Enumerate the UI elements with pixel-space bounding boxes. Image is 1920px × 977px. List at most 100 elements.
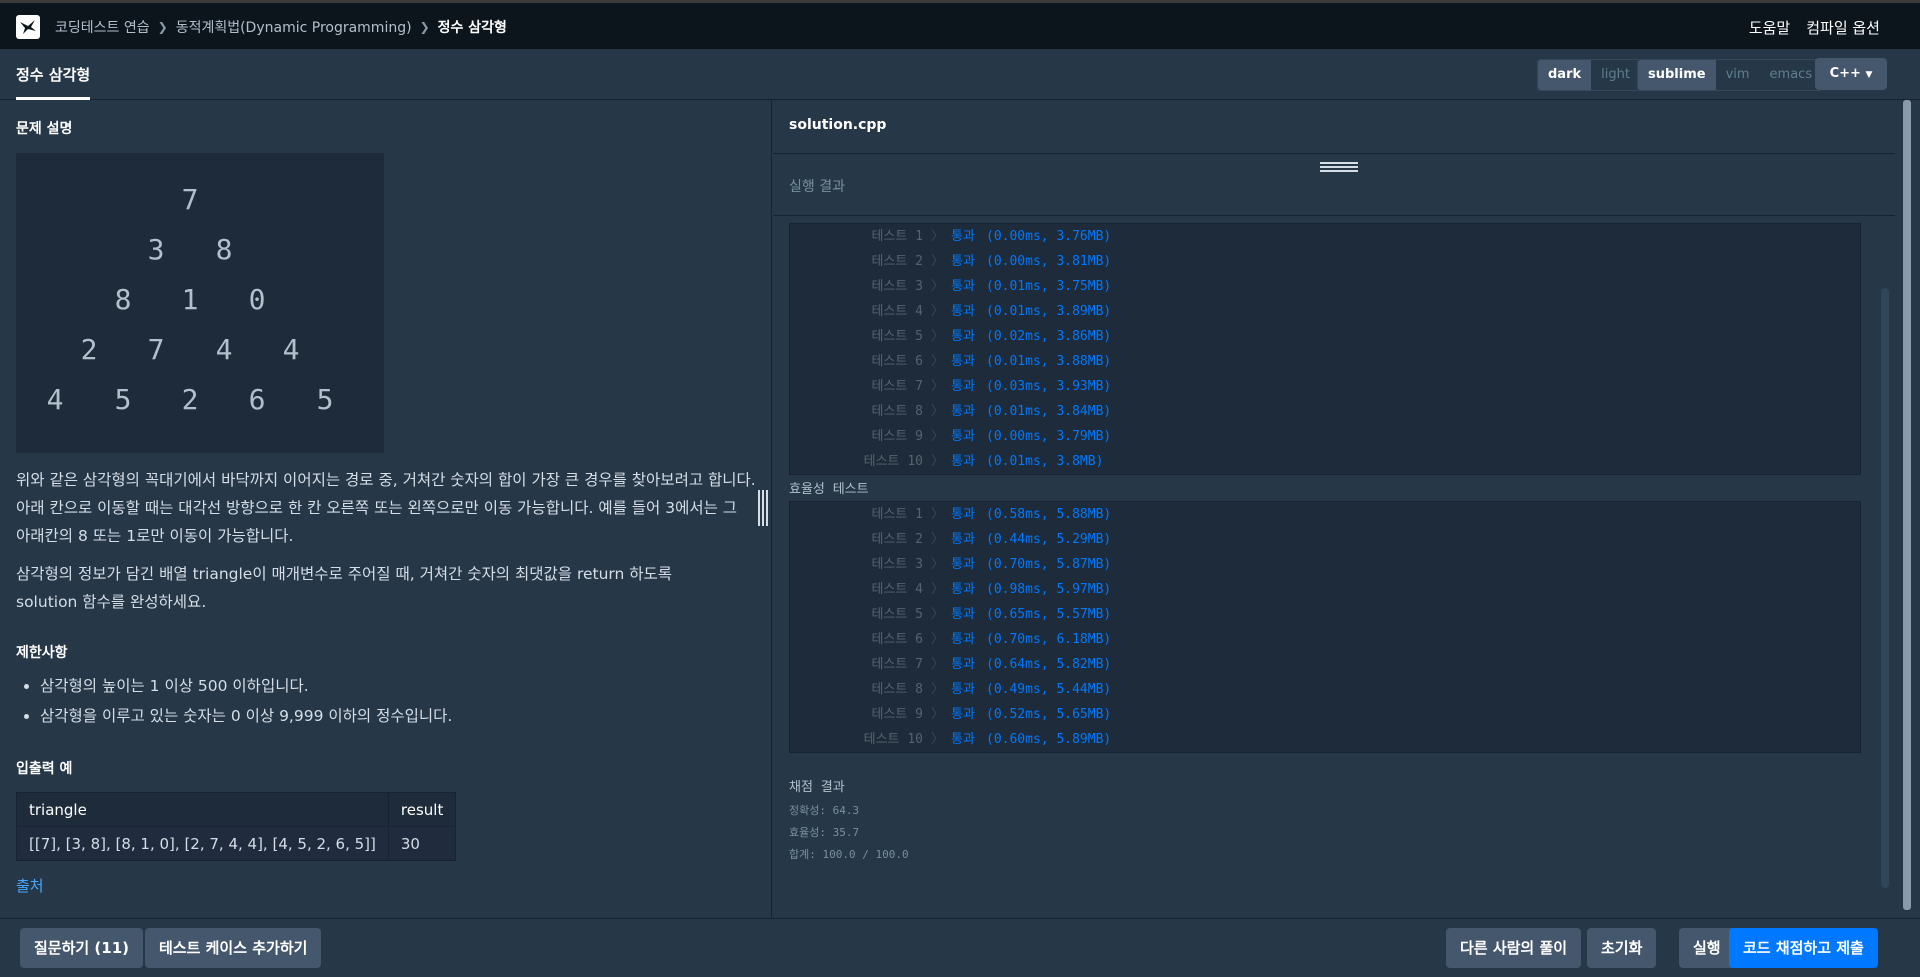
test-label: 테스트 3 <box>871 557 923 572</box>
breadcrumb-item-practice[interactable]: 코딩테스트 연습 <box>55 17 150 37</box>
test-status: 통과 <box>951 229 975 244</box>
horizontal-splitter-handle[interactable] <box>1320 162 1358 172</box>
constraints-title: 제한사항 <box>16 645 68 661</box>
others-solutions-button[interactable]: 다른 사람의 풀이 <box>1446 928 1582 968</box>
test-status: 통과 <box>951 532 975 547</box>
breadcrumb-item-category[interactable]: 동적계획법(Dynamic Programming) <box>176 17 412 37</box>
test-result-row: 테스트 4 〉 통과 (0.98ms, 5.97MB) <box>790 577 1860 602</box>
score-total: 합계: 100.0 / 100.0 <box>789 848 909 861</box>
theme-dark-button[interactable]: dark <box>1538 60 1592 90</box>
triangle-cell: 6 <box>248 383 266 416</box>
chevron-right-icon: 〉 <box>931 379 945 394</box>
triangle-figure: 7 3 8 8 1 0 2 7 4 4 4 5 2 6 5 <box>16 153 384 453</box>
action-bar: 질문하기 (11) 테스트 케이스 추가하기 다른 사람의 풀이 초기화 실행 … <box>0 918 1920 977</box>
chevron-right-icon: 〉 <box>931 707 945 722</box>
test-label: 테스트 9 <box>871 707 923 722</box>
page-scrollbar[interactable] <box>1895 100 1920 918</box>
source-link[interactable]: 출처 <box>16 875 44 896</box>
test-result-row: 테스트 5 〉 통과 (0.65ms, 5.57MB) <box>790 602 1860 627</box>
page-scrollbar-thumb[interactable] <box>1903 100 1911 910</box>
test-result-row: 테스트 9 〉 통과 (0.52ms, 5.65MB) <box>790 702 1860 727</box>
test-status: 통과 <box>951 454 975 469</box>
test-status: 통과 <box>951 354 975 369</box>
test-detail: (0.65ms, 5.57MB) <box>986 607 1112 622</box>
breadcrumb: 코딩테스트 연습 ❯ 동적계획법(Dynamic Programming) ❯ … <box>55 17 507 37</box>
test-detail: (0.01ms, 3.89MB) <box>986 304 1112 319</box>
add-testcase-button[interactable]: 테스트 케이스 추가하기 <box>145 928 322 968</box>
test-detail: (0.52ms, 5.65MB) <box>986 707 1112 722</box>
io-cell-triangle: [[7], [3, 8], [8, 1, 0], [2, 7, 4, 4], [… <box>16 826 389 861</box>
test-result-row: 테스트 3 〉 통과 (0.70ms, 5.87MB) <box>790 552 1860 577</box>
test-label: 테스트 6 <box>871 632 923 647</box>
chevron-right-icon: 〉 <box>931 254 945 269</box>
theme-light-button[interactable]: light <box>1591 60 1640 90</box>
test-label: 테스트 10 <box>863 732 923 747</box>
io-cell-result: 30 <box>387 826 457 861</box>
problem-description-text: 위와 같은 삼각형의 꼭대기에서 바닥까지 이어지는 경로 중, 거쳐간 숫자의… <box>16 471 756 545</box>
triangle-cell: 5 <box>114 383 132 416</box>
problem-panel: 문제 설명 7 3 8 8 1 0 2 7 4 4 4 5 2 6 5 위와 같… <box>0 100 772 918</box>
triangle-cell: 2 <box>181 383 199 416</box>
test-label: 테스트 4 <box>871 582 923 597</box>
test-status: 통과 <box>951 304 975 319</box>
chevron-right-icon: ❯ <box>419 20 430 34</box>
keymap-sublime-button[interactable]: sublime <box>1638 60 1716 90</box>
test-label: 테스트 4 <box>871 304 923 319</box>
triangle-cell: 7 <box>181 183 199 216</box>
test-status: 통과 <box>951 632 975 647</box>
chevron-right-icon: 〉 <box>931 429 945 444</box>
test-detail: (0.02ms, 3.86MB) <box>986 329 1112 344</box>
programmers-logo-icon[interactable] <box>16 15 40 39</box>
test-result-row: 테스트 7 〉 통과 (0.03ms, 3.93MB) <box>790 374 1860 399</box>
file-name: solution.cpp <box>789 117 887 133</box>
tab-bar: 정수 삼각형 dark light sublime vim emacs C++ … <box>0 49 1920 100</box>
test-label: 테스트 7 <box>871 379 923 394</box>
test-status: 통과 <box>951 657 975 672</box>
top-nav: 코딩테스트 연습 ❯ 동적계획법(Dynamic Programming) ❯ … <box>0 0 1920 49</box>
result-scrollbar[interactable] <box>1881 288 1889 888</box>
ask-question-button[interactable]: 질문하기 (11) <box>20 928 144 968</box>
triangle-cell: 2 <box>80 333 98 366</box>
test-detail: (0.01ms, 3.75MB) <box>986 279 1112 294</box>
keymap-vim-button[interactable]: vim <box>1715 60 1760 90</box>
language-select[interactable]: C++ ▼ <box>1815 58 1887 90</box>
vertical-splitter-handle[interactable] <box>758 490 768 526</box>
test-label: 테스트 5 <box>871 607 923 622</box>
test-detail: (0.01ms, 3.88MB) <box>986 354 1112 369</box>
chevron-right-icon: 〉 <box>931 657 945 672</box>
tab-problem[interactable]: 정수 삼각형 <box>16 64 91 100</box>
test-label: 테스트 9 <box>871 429 923 444</box>
test-label: 테스트 7 <box>871 657 923 672</box>
submit-button[interactable]: 코드 채점하고 제출 <box>1729 928 1878 968</box>
test-detail: (0.00ms, 3.81MB) <box>986 254 1112 269</box>
triangle-cell: 1 <box>181 283 199 316</box>
test-status: 통과 <box>951 682 975 697</box>
test-result-row: 테스트 3 〉 통과 (0.01ms, 3.75MB) <box>790 274 1860 299</box>
io-example-title: 입출력 예 <box>16 761 73 777</box>
chevron-right-icon: 〉 <box>931 682 945 697</box>
test-detail: (0.44ms, 5.29MB) <box>986 532 1112 547</box>
compile-options-link[interactable]: 컴파일 옵션 <box>1806 17 1880 38</box>
keymap-emacs-button[interactable]: emacs <box>1759 60 1823 90</box>
test-label: 테스트 3 <box>871 279 923 294</box>
efficiency-title: 효율성 테스트 <box>789 482 869 497</box>
chevron-right-icon: 〉 <box>931 404 945 419</box>
score-accuracy: 정확성: 64.3 <box>789 804 860 817</box>
test-label: 테스트 1 <box>871 507 923 522</box>
test-detail: (0.98ms, 5.97MB) <box>986 582 1112 597</box>
run-button[interactable]: 실행 <box>1679 928 1735 968</box>
reset-button[interactable]: 초기화 <box>1587 928 1657 968</box>
test-detail: (0.49ms, 5.44MB) <box>986 682 1112 697</box>
keymap-toggle: sublime vim emacs <box>1637 59 1824 91</box>
test-result-row: 테스트 7 〉 통과 (0.64ms, 5.82MB) <box>790 652 1860 677</box>
triangle-cell: 3 <box>147 233 165 266</box>
score-title: 채점 결과 <box>789 780 845 795</box>
result-title: 실행 결과 <box>789 179 845 195</box>
help-link[interactable]: 도움말 <box>1749 17 1790 38</box>
test-result-row: 테스트 5 〉 통과 (0.02ms, 3.86MB) <box>790 324 1860 349</box>
chevron-right-icon: ❯ <box>157 20 168 34</box>
test-result-row: 테스트 2 〉 통과 (0.00ms, 3.81MB) <box>790 249 1860 274</box>
chevron-right-icon: 〉 <box>931 607 945 622</box>
test-result-row: 테스트 6 〉 통과 (0.70ms, 6.18MB) <box>790 627 1860 652</box>
test-result-row: 테스트 6 〉 통과 (0.01ms, 3.88MB) <box>790 349 1860 374</box>
